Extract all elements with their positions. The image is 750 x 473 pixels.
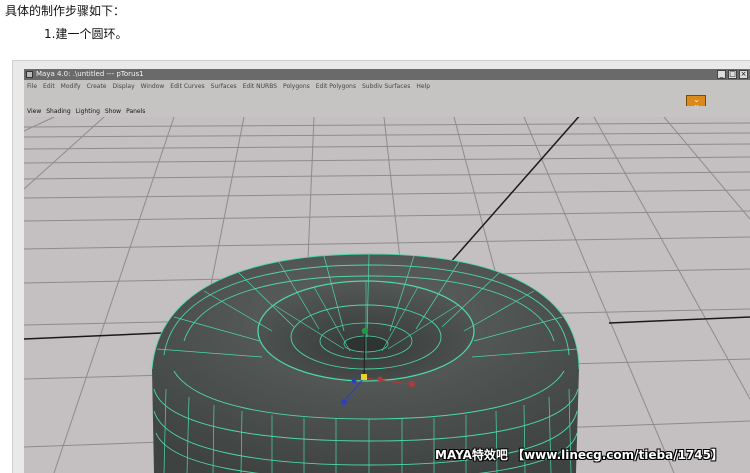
menu-edit[interactable]: Edit — [43, 83, 55, 90]
menu-subdiv-surfaces[interactable]: Subdiv Surfaces — [362, 83, 410, 90]
maya-title-bar: Maya 4.0: .\untitled --- pTorus1 _ □ × — [24, 69, 750, 80]
panel-menu-show[interactable]: Show — [105, 108, 121, 115]
menu-help[interactable]: Help — [416, 83, 430, 90]
torus-mesh[interactable] — [151, 253, 580, 473]
menu-display[interactable]: Display — [113, 83, 135, 90]
menu-edit-polygons[interactable]: Edit Polygons — [316, 83, 356, 90]
z-axis-handle — [341, 399, 347, 405]
menu-surfaces[interactable]: Surfaces — [211, 83, 237, 90]
perspective-viewport[interactable] — [24, 69, 750, 473]
y-axis-handle — [361, 327, 369, 335]
panel-menu-bar: View Shading Lighting Show Panels — [24, 106, 750, 117]
post-step-text: 1.建一个圆环。 — [44, 27, 128, 41]
maximize-button[interactable]: □ — [728, 70, 737, 79]
menu-file[interactable]: File — [27, 83, 37, 90]
watermark-text: MAYA特效吧 【www.linecg.com/tieba/1745】 — [435, 448, 724, 462]
menu-create[interactable]: Create — [87, 83, 107, 90]
panel-menu-shading[interactable]: Shading — [46, 108, 70, 115]
post-intro-text: 具体的制作步骤如下： — [5, 4, 126, 18]
gizmo-center — [361, 374, 367, 380]
panel-menu-view[interactable]: View — [27, 108, 41, 115]
main-menu-bar: File Edit Modify Create Display Window E… — [24, 80, 750, 92]
maya-app-icon — [26, 71, 33, 78]
window-title: Maya 4.0: .\untitled --- pTorus1 — [36, 70, 144, 78]
close-button[interactable]: × — [739, 70, 748, 79]
panel-menu-panels[interactable]: Panels — [126, 108, 145, 115]
shelf-area: ⌄⌄⌄ — [24, 92, 750, 114]
menu-modify[interactable]: Modify — [61, 83, 81, 90]
menu-edit-nurbs[interactable]: Edit NURBS — [243, 83, 277, 90]
x-axis-handle — [409, 381, 415, 387]
menu-window[interactable]: Window — [141, 83, 165, 90]
menu-edit-curves[interactable]: Edit Curves — [170, 83, 204, 90]
menu-polygons[interactable]: Polygons — [283, 83, 310, 90]
panel-menu-lighting[interactable]: Lighting — [76, 108, 100, 115]
minimize-button[interactable]: _ — [717, 70, 726, 79]
maya-window: Maya 4.0: .\untitled --- pTorus1 _ □ × F… — [24, 69, 750, 473]
